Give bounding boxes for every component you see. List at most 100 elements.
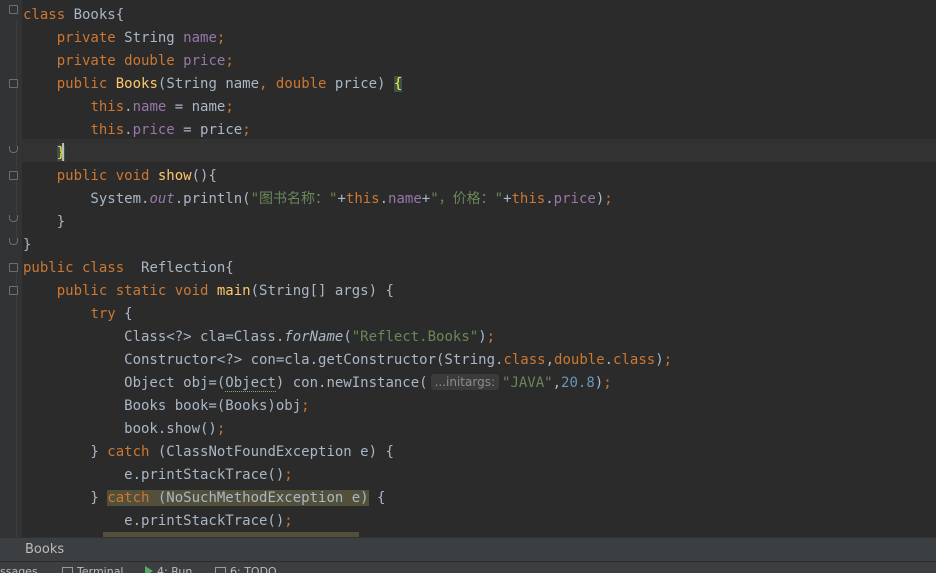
code-editor[interactable]: class Books{ private String name; privat… (0, 0, 936, 537)
code-token: class (23, 7, 74, 23)
code-token: forName (284, 329, 344, 345)
tool-window-label: Terminal (77, 565, 124, 573)
code-token: + (337, 191, 346, 207)
code-line[interactable]: public static void main(String[] args) { (23, 280, 394, 303)
code-token: } (23, 444, 108, 460)
code-line[interactable]: Books book=(Books)obj; (23, 395, 310, 418)
code-line[interactable]: System.out.println("图书名称："+this.name+"，价… (23, 188, 613, 211)
code-token: "Reflect.Books" (351, 329, 479, 345)
code-line[interactable]: public Books(String name, double price) … (23, 73, 403, 96)
code-token: } (23, 490, 108, 506)
code-line[interactable]: private String name; (23, 27, 226, 50)
code-token: + (421, 191, 431, 207)
code-line[interactable]: public class Reflection{ (23, 257, 234, 280)
code-line[interactable]: Object obj=(Object) con.newInstance(...i… (23, 372, 612, 395)
code-token: ; (242, 122, 251, 138)
code-token: ; (216, 421, 226, 437)
tool-window-bar: ssages Terminal 4: Run 6: TODO (0, 561, 936, 573)
code-token: double (554, 352, 605, 368)
code-token: Object obj=( (23, 375, 226, 391)
code-line[interactable]: } (23, 234, 31, 257)
current-line-highlight (22, 139, 936, 162)
indent-guide (16, 20, 17, 238)
todo-icon (215, 567, 226, 573)
fold-end-icon[interactable] (9, 238, 18, 245)
breadcrumb-item-books[interactable]: Books (25, 542, 64, 557)
parameter-hint: ...initargs: (430, 374, 500, 390)
code-token: private (56, 30, 125, 46)
code-token: public static void (56, 283, 217, 299)
code-token: System. (23, 191, 150, 207)
tool-window-terminal[interactable]: Terminal (62, 566, 124, 573)
tool-window-todo[interactable]: 6: TODO (215, 566, 277, 573)
code-token: price) (334, 76, 394, 92)
code-token: Reflection{ (141, 260, 234, 276)
code-token: "JAVA" (502, 375, 553, 391)
code-token: String (124, 30, 184, 46)
code-line[interactable]: } (23, 142, 66, 165)
code-token: ; (663, 352, 673, 368)
code-token: catch (107, 444, 158, 460)
code-token: "，价格：" (430, 191, 504, 207)
code-token: this (511, 191, 546, 207)
code-token: ) con.newInstance( (275, 375, 428, 391)
code-token: , double (259, 76, 335, 92)
fold-class-books-icon[interactable] (9, 5, 18, 14)
fold-constructor-icon[interactable] (9, 79, 18, 88)
fold-class-reflection-icon[interactable] (9, 263, 18, 272)
code-line[interactable]: e.printStackTrace(); (23, 464, 293, 487)
code-line[interactable]: private double price; (23, 50, 234, 73)
code-line[interactable]: class Books{ (23, 4, 124, 27)
code-token: ; (225, 53, 234, 69)
code-line[interactable]: public void show(){ (23, 165, 217, 188)
code-token: Books book=(Books)obj (23, 398, 302, 414)
code-token: ) (655, 352, 664, 368)
code-token: . (124, 99, 133, 115)
code-token: this (345, 191, 380, 207)
fold-end-icon[interactable] (9, 146, 18, 153)
code-token: Object (225, 375, 276, 392)
code-token: name (388, 191, 422, 207)
text-cursor (62, 143, 64, 161)
code-token: . (124, 122, 133, 138)
code-line[interactable]: } (23, 211, 65, 234)
code-token: main (216, 283, 251, 299)
code-line[interactable]: try { (23, 303, 133, 326)
code-token: (ClassNotFoundException e) { (157, 444, 394, 460)
code-line[interactable]: } catch (ClassNotFoundException e) { (23, 441, 394, 464)
code-line[interactable]: book.show(); (23, 418, 225, 441)
code-line[interactable]: this.name = name; (23, 96, 233, 119)
code-line[interactable]: this.price = price; (23, 119, 251, 142)
fold-end-icon[interactable] (9, 215, 18, 222)
code-token: ; (216, 30, 226, 46)
code-token: ; (284, 513, 293, 529)
code-line[interactable]: } catch (NoSuchMethodException e) { (23, 487, 385, 510)
code-line[interactable]: Class<?> cla=Class.forName("Reflect.Book… (23, 326, 495, 349)
code-token: Books (115, 76, 158, 92)
code-token: { (124, 306, 133, 322)
code-token: ; (301, 398, 310, 414)
code-token: public void (56, 168, 158, 184)
code-token: ; (284, 467, 293, 483)
fold-show-method-icon[interactable] (9, 171, 18, 180)
editor-gutter (0, 0, 22, 537)
tool-window-messages[interactable]: ssages (0, 566, 38, 573)
code-line[interactable]: e.printStackTrace(); (23, 510, 293, 533)
code-line[interactable]: Constructor<?> con=cla.getConstructor(St… (23, 349, 672, 372)
code-token: ; (604, 191, 613, 207)
tool-window-run[interactable]: 4: Run (145, 566, 192, 573)
code-token: , (552, 375, 562, 391)
fold-main-method-icon[interactable] (9, 286, 18, 295)
code-token: e.printStackTrace() (23, 513, 285, 529)
tool-window-label: ssages (0, 565, 38, 573)
code-token: ) (594, 375, 604, 391)
code-token: ) (595, 191, 605, 207)
code-token: class (613, 352, 656, 368)
